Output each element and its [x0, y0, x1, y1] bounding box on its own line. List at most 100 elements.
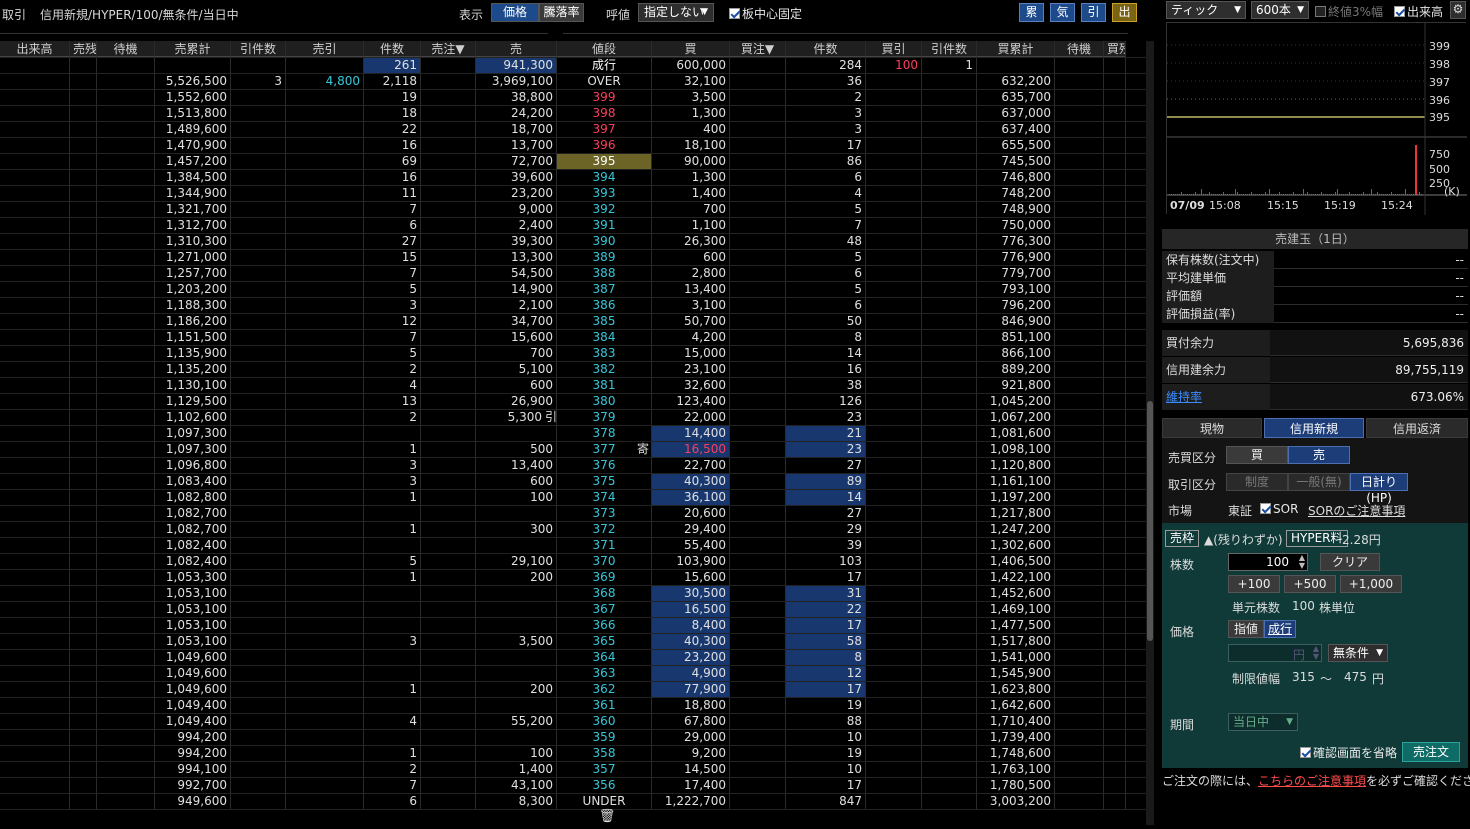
qty-input[interactable]: 100 ▲ ▼ [1228, 553, 1308, 571]
kind-daytrade-button[interactable]: 日計り(HP) [1350, 473, 1408, 505]
book-price-row[interactable]: 1,257,700 7 54,500 388 2,800 6 779,700 [0, 265, 1146, 281]
price-level[interactable]: 384 [557, 329, 652, 345]
book-price-row[interactable]: 1,053,100 3 3,500 365 40,300 58 1,517,800 [0, 633, 1146, 649]
plus-500-button[interactable]: +500 [1284, 575, 1336, 593]
book-price-row[interactable]: 1,513,800 18 24,200 398 1,300 3 637,000 [0, 105, 1146, 121]
book-price-row[interactable]: 1,457,200 69 72,700 395 90,000 86 745,500 [0, 153, 1146, 169]
book-price-row[interactable]: 1,552,600 19 38,800 399 3,500 2 635,700 [0, 89, 1146, 105]
book-price-row[interactable]: 1,186,200 12 34,700 385 50,700 50 846,900 [0, 313, 1146, 329]
price-level[interactable]: 378 [557, 425, 652, 441]
chart-count-dropdown[interactable]: 600本 ▼ [1251, 1, 1309, 19]
book-price-row[interactable]: 1,344,900 11 23,200 393 1,400 4 748,200 [0, 185, 1146, 201]
price-level[interactable]: 386 [557, 297, 652, 313]
book-price-row[interactable]: 1,096,800 3 13,400 376 22,700 27 1,120,800 [0, 457, 1146, 473]
price-level[interactable]: 388 [557, 265, 652, 281]
book-price-row[interactable]: 1,489,600 22 18,700 397 400 3 637,400 [0, 121, 1146, 137]
price-input[interactable]: 円 ▲ ▼ [1228, 644, 1322, 662]
book-price-row[interactable]: 1,053,300 1 200 369 15,600 17 1,422,100 [0, 569, 1146, 585]
book-price-row[interactable]: 1,188,300 3 2,100 386 3,100 6 796,200 [0, 297, 1146, 313]
sell-button[interactable]: 売 [1288, 446, 1350, 464]
kind-standard-button[interactable]: 制度 [1226, 473, 1288, 491]
display-price-toggle[interactable]: 価格 [491, 3, 539, 22]
book-price-row[interactable]: 1,049,400 4 55,200 360 67,800 88 1,710,400 [0, 713, 1146, 729]
market-order-button[interactable]: 成行 [1264, 620, 1296, 638]
price-level[interactable]: 361 [557, 697, 652, 713]
skip-confirm-checkbox[interactable]: 確認画面を省略 [1300, 744, 1397, 761]
book-price-row[interactable]: 992,700 7 43,100 356 17,400 17 1,780,500 [0, 777, 1146, 793]
spinner-icon[interactable]: ▲ ▼ [1299, 554, 1305, 570]
period-dropdown[interactable]: 当日中 ▼ [1228, 713, 1298, 731]
price-level[interactable]: 360 [557, 713, 652, 729]
price-level[interactable]: 390 [557, 233, 652, 249]
price-level[interactable]: 365 [557, 633, 652, 649]
cumulative-button[interactable]: 累 [1019, 3, 1044, 22]
price-level[interactable]: 357 [557, 761, 652, 777]
book-price-row[interactable]: 1,082,400 5 29,100 370 103,900 103 1,406,500 [0, 553, 1146, 569]
book-price-row[interactable]: 1,102,600 2 5,300 引 379 22,000 23 1,067,200 [0, 409, 1146, 425]
spirit-button[interactable]: 気 [1050, 3, 1075, 22]
book-price-row[interactable]: 1,135,900 5 700 383 15,000 14 866,100 [0, 345, 1146, 361]
price-level[interactable]: 397 [557, 121, 652, 137]
exit-button[interactable]: 出 [1112, 3, 1137, 22]
sor-checkbox[interactable]: SOR [1260, 502, 1298, 516]
price-level[interactable]: 363 [557, 665, 652, 681]
price-level[interactable]: 356 [557, 777, 652, 793]
buy-button[interactable]: 買 [1226, 446, 1288, 464]
order-book-scrollbar[interactable] [1146, 41, 1154, 825]
price-level[interactable]: 387 [557, 281, 652, 297]
book-price-row[interactable]: 1,097,300 1 500 377 寄 16,500 23 1,098,100 [0, 441, 1146, 457]
price-level[interactable]: 399 [557, 89, 652, 105]
condition-dropdown[interactable]: 無条件 ▼ [1328, 644, 1388, 662]
book-price-row[interactable]: 1,129,500 13 26,900 380 123,400 126 1,045,200 [0, 393, 1146, 409]
limit-order-button[interactable]: 指値 [1228, 620, 1264, 638]
plus-1000-button[interactable]: +1,000 [1340, 575, 1402, 593]
sor-note-link[interactable]: SORのご注意事項 [1308, 502, 1405, 519]
book-price-row[interactable]: 1,151,500 7 15,600 384 4,200 8 851,100 [0, 329, 1146, 345]
price-level[interactable]: 370 [557, 553, 652, 569]
book-price-row[interactable]: 1,049,600 1 200 362 77,900 17 1,623,800 [0, 681, 1146, 697]
price-level[interactable]: 373 [557, 505, 652, 521]
book-price-row[interactable]: 1,470,900 16 13,700 396 18,100 17 655,500 [0, 137, 1146, 153]
book-price-row[interactable]: 1,312,700 6 2,400 391 1,100 7 750,000 [0, 217, 1146, 233]
price-level[interactable]: 395 [557, 153, 652, 169]
book-price-row[interactable]: 1,083,400 3 600 375 40,300 89 1,161,100 [0, 473, 1146, 489]
price-level[interactable]: 396 [557, 137, 652, 153]
maintenance-rate-link[interactable]: 維持率 [1166, 390, 1202, 404]
spinner-icon[interactable]: ▲ ▼ [1313, 645, 1319, 661]
price-level[interactable]: 369 [557, 569, 652, 585]
footer-notice-link[interactable]: こちらのご注意事項 [1258, 774, 1366, 788]
kind-general-button[interactable]: 一般(無) [1288, 473, 1350, 491]
column-header[interactable]: 買注▼ [730, 41, 786, 57]
book-price-row[interactable]: 994,200 359 29,000 10 1,739,400 [0, 729, 1146, 745]
price-level[interactable]: 382 [557, 361, 652, 377]
pull-button[interactable]: 引 [1081, 3, 1106, 22]
book-price-row[interactable]: 1,082,800 1 100 374 36,100 14 1,197,200 [0, 489, 1146, 505]
book-price-row[interactable]: 1,203,200 5 14,900 387 13,400 5 793,100 [0, 281, 1146, 297]
book-price-row[interactable]: 1,097,300 378 14,400 21 1,081,600 [0, 425, 1146, 441]
plus-100-button[interactable]: +100 [1228, 575, 1280, 593]
price-level[interactable]: 393 [557, 185, 652, 201]
price-level[interactable]: 372 [557, 521, 652, 537]
scrollbar-thumb[interactable] [1147, 401, 1153, 641]
book-price-row[interactable]: 1,049,400 361 18,800 19 1,642,600 [0, 697, 1146, 713]
price-level[interactable]: 383 [557, 345, 652, 361]
price-level[interactable]: 391 [557, 217, 652, 233]
price-level[interactable]: 385 [557, 313, 652, 329]
display-rate-toggle[interactable]: 騰落率 [539, 3, 584, 22]
book-price-row[interactable]: 1,053,100 367 16,500 22 1,469,100 [0, 601, 1146, 617]
volume-checkbox[interactable]: 出来高 [1394, 3, 1443, 20]
price-level[interactable]: 377 寄 [557, 441, 652, 457]
gear-icon[interactable]: ⚙ [1450, 1, 1466, 19]
price-level[interactable]: 381 [557, 377, 652, 393]
tab-cash[interactable]: 現物 [1162, 418, 1262, 438]
price-level[interactable]: 367 [557, 601, 652, 617]
book-price-row[interactable]: 1,053,100 366 8,400 17 1,477,500 [0, 617, 1146, 633]
center-fix-checkbox[interactable]: 板中心固定 [729, 5, 802, 22]
price-level[interactable]: 394 [557, 169, 652, 185]
book-price-row[interactable]: 1,049,600 364 23,200 8 1,541,000 [0, 649, 1146, 665]
price-level[interactable]: 392 [557, 201, 652, 217]
price-level[interactable]: 358 [557, 745, 652, 761]
column-header[interactable]: 売注▼ [421, 41, 476, 57]
clear-button[interactable]: クリア [1320, 553, 1380, 571]
price-level[interactable]: 398 [557, 105, 652, 121]
